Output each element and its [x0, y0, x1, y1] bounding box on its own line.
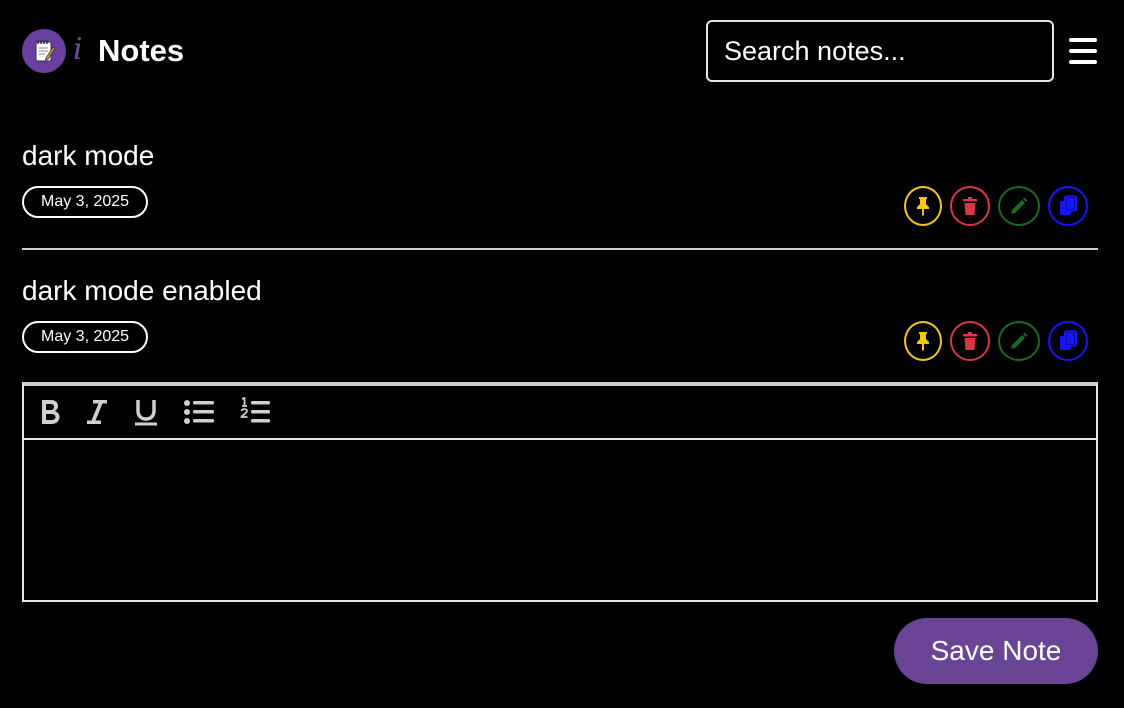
note-date-badge: May 3, 2025 [22, 186, 149, 218]
pencil-icon [1011, 332, 1028, 349]
pin-button[interactable] [904, 186, 942, 226]
delete-button[interactable] [950, 186, 990, 226]
edit-button[interactable] [998, 186, 1040, 226]
bullet-list-icon [184, 400, 214, 424]
save-note-button[interactable]: Save Note [894, 618, 1098, 684]
bold-icon [42, 400, 60, 424]
pin-icon [917, 197, 929, 216]
editor-text-area[interactable] [24, 440, 1096, 600]
note-title: dark mode [22, 140, 155, 171]
search-input[interactable] [706, 20, 1054, 82]
italic-icon [87, 400, 107, 424]
note-actions [904, 321, 1088, 361]
app-title: Notes [98, 33, 185, 68]
copy-button[interactable] [1048, 321, 1088, 361]
copy-icon [1060, 330, 1078, 350]
note-editor [22, 382, 1098, 602]
pin-icon [917, 332, 929, 351]
note-title: dark mode enabled [22, 275, 262, 306]
edit-button[interactable] [998, 321, 1040, 361]
notepad-icon[interactable] [22, 29, 66, 73]
pencil-icon [1011, 197, 1028, 214]
copy-button[interactable] [1048, 186, 1088, 226]
trash-icon [963, 332, 977, 350]
numbered-list-icon [240, 397, 270, 423]
underline-button[interactable] [128, 394, 164, 430]
note-actions [904, 186, 1088, 226]
editor-toolbar [24, 386, 1096, 440]
pin-button[interactable] [904, 321, 942, 361]
bold-button[interactable] [32, 394, 68, 430]
bullet-list-button[interactable] [182, 394, 218, 430]
delete-button[interactable] [950, 321, 990, 361]
info-icon[interactable]: i [73, 30, 83, 70]
underline-icon [135, 400, 157, 426]
app-header: i Notes [0, 0, 1124, 100]
numbered-list-button[interactable] [238, 394, 274, 430]
trash-icon [963, 197, 977, 215]
note-date-badge: May 3, 2025 [22, 321, 149, 353]
italic-button[interactable] [79, 394, 115, 430]
note-divider [22, 248, 1098, 250]
hamburger-menu-icon[interactable] [1069, 37, 1099, 65]
copy-icon [1060, 195, 1078, 215]
